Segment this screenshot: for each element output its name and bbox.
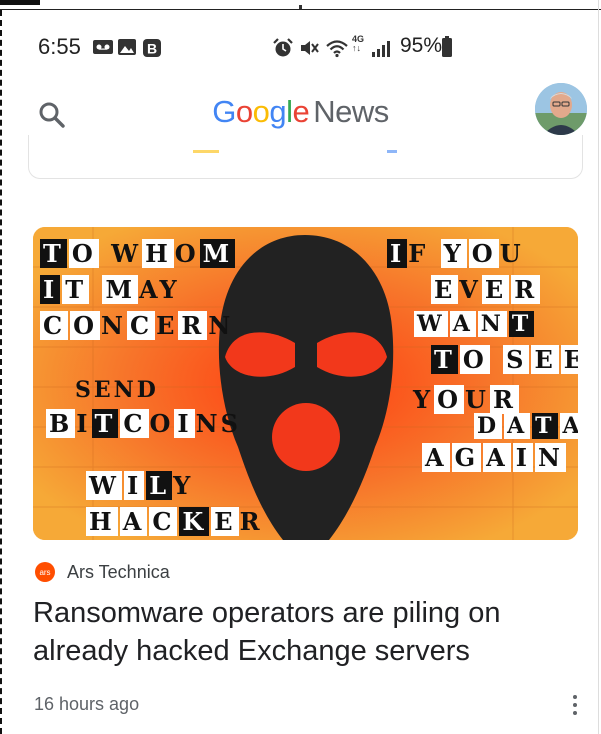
ransom-text-line: TO WHOM xyxy=(39,239,236,268)
ransom-text-line: IT M AY xyxy=(39,275,180,304)
status-bar: 6:55 B 4G ↑↓ 95% xyxy=(0,22,601,72)
ransom-text-line: WANT xyxy=(413,311,535,337)
previous-card-fragment xyxy=(193,150,219,153)
brand-letter: g xyxy=(269,94,287,129)
ransom-text-line: B I T C O I NS xyxy=(45,409,241,438)
svg-text:B: B xyxy=(147,41,157,57)
ransom-text-line: EVER xyxy=(430,275,541,304)
brand-google: Google xyxy=(212,94,310,129)
data-icon: 4G ↑↓ xyxy=(352,34,365,53)
google-news-logo: Google News xyxy=(0,94,601,130)
brand-letter: o xyxy=(235,94,253,129)
ransom-text-line: SEND xyxy=(75,377,159,403)
article-headline[interactable]: Ransomware operators are piling on alrea… xyxy=(33,594,563,670)
screen-frame-top xyxy=(0,0,601,10)
ars-technica-logo-icon: ars xyxy=(35,562,55,582)
account-avatar[interactable] xyxy=(535,83,587,135)
frame-artifact xyxy=(299,5,302,9)
frame-artifact xyxy=(0,0,40,5)
more-vert-icon-dot xyxy=(573,711,577,715)
more-vert-icon-dot xyxy=(573,703,577,707)
alarm-icon xyxy=(273,38,293,57)
ransom-text-line: YOUR xyxy=(413,385,520,414)
avatar-photo xyxy=(535,83,587,135)
source-name: Ars Technica xyxy=(67,561,170,582)
ransom-text-line: WILY xyxy=(85,471,193,500)
status-time: 6:55 xyxy=(38,34,81,59)
battery-icon xyxy=(442,36,452,57)
voicemail-icon xyxy=(93,40,113,54)
image-icon xyxy=(118,39,136,55)
more-vert-icon xyxy=(573,695,577,699)
brand-letter: G xyxy=(212,94,236,129)
ransom-text-line: CONCERN xyxy=(39,311,233,340)
network-badge: 4G xyxy=(352,34,365,44)
mute-icon xyxy=(301,41,319,55)
ransom-text-line: AGAIN xyxy=(421,443,567,472)
brand-news: News xyxy=(313,94,389,129)
ransom-text-line: DATA xyxy=(473,413,578,439)
article-timestamp: 16 hours ago xyxy=(34,694,140,714)
previous-card[interactable] xyxy=(28,135,583,179)
wifi-icon xyxy=(326,40,348,58)
ransom-text-line: IF YOU xyxy=(386,239,524,268)
article-source[interactable]: ars Ars Technica xyxy=(35,560,170,584)
brand-letter: e xyxy=(292,94,310,129)
battery-percent: 95% xyxy=(400,34,443,57)
article-image[interactable]: TO WHOM IT M AY CONCERN SEND B I T C O I NS WIL… xyxy=(33,227,578,540)
previous-card-fragment xyxy=(387,150,397,153)
ransom-text-line: HACKER xyxy=(85,507,263,536)
b-app-icon: B xyxy=(143,39,161,57)
brand-letter: o xyxy=(252,94,270,129)
ransom-text-line: TO SEE xyxy=(430,345,578,374)
signal-icon xyxy=(372,41,390,57)
more-options-button[interactable] xyxy=(564,690,586,720)
